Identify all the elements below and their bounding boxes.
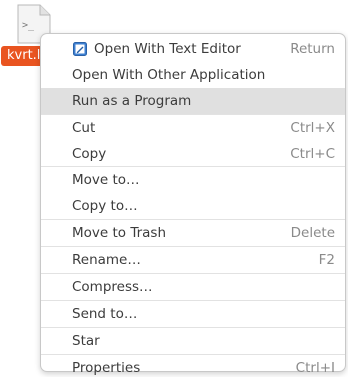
menu-item-label: Copy to… — [72, 198, 138, 215]
menu-item-label: Cut — [72, 119, 96, 136]
menu-item-shortcut: Ctrl+C — [290, 145, 335, 162]
text-editor-icon — [73, 42, 87, 56]
svg-text:>_: >_ — [22, 20, 35, 31]
menu-item-copy-to[interactable]: Copy to… — [41, 193, 345, 219]
menu-item-compress[interactable]: Compress… — [41, 274, 345, 300]
menu-item-move-to-trash[interactable]: Move to Trash Delete — [41, 220, 345, 246]
menu-item-shortcut: Ctrl+X — [290, 119, 335, 136]
menu-item-properties[interactable]: Properties Ctrl+I — [41, 355, 345, 377]
menu-item-label: Send to… — [72, 305, 138, 322]
menu-item-label: Open With Other Application — [72, 66, 266, 83]
menu-item-shortcut: Ctrl+I — [295, 359, 335, 376]
menu-item-label: Copy — [72, 145, 107, 162]
menu-item-shortcut: Return — [290, 40, 335, 57]
menu-item-open-with-text-editor[interactable]: Open With Text Editor Return — [41, 36, 345, 62]
menu-item-open-with-other-application[interactable]: Open With Other Application — [41, 62, 345, 88]
menu-item-star[interactable]: Star — [41, 328, 345, 354]
menu-item-run-as-program[interactable]: Run as a Program — [41, 87, 345, 114]
menu-item-label: Run as a Program — [72, 92, 192, 109]
menu-item-shortcut: Delete — [290, 225, 335, 242]
menu-item-label: Open With Text Editor — [94, 40, 241, 57]
menu-item-label: Rename… — [72, 252, 141, 269]
menu-item-label: Star — [72, 332, 100, 349]
menu-item-rename[interactable]: Rename… F2 — [41, 247, 345, 273]
menu-item-copy[interactable]: Copy Ctrl+C — [41, 141, 345, 167]
menu-item-cut[interactable]: Cut Ctrl+X — [41, 115, 345, 141]
desktop: >_ kvrt.l Open With Text Editor Return O… — [0, 0, 348, 377]
context-menu: Open With Text Editor Return Open With O… — [40, 33, 346, 376]
menu-item-shortcut: F2 — [318, 252, 335, 269]
menu-item-label: Properties — [72, 359, 141, 376]
menu-item-label: Move to Trash — [72, 225, 167, 242]
menu-item-send-to[interactable]: Send to… — [41, 301, 345, 327]
menu-item-label: Move to… — [72, 172, 140, 189]
menu-item-label: Compress… — [72, 278, 153, 295]
menu-item-move-to[interactable]: Move to… — [41, 167, 345, 193]
